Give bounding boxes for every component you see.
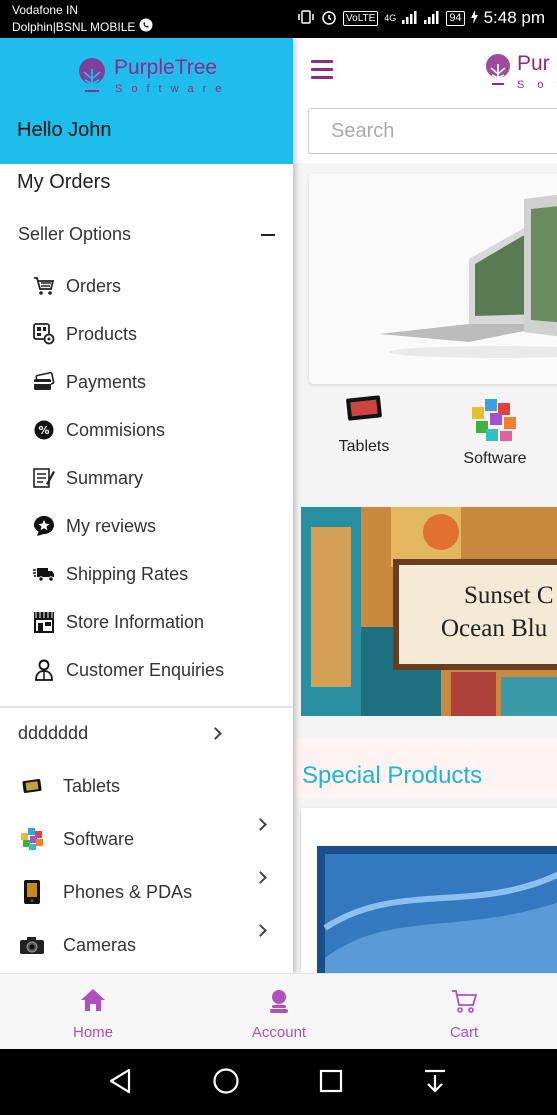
camera-icon: [18, 932, 46, 958]
brand-name: PurpleTree: [114, 56, 218, 79]
seller-item-payments[interactable]: Payments: [33, 367, 146, 397]
promo-image: [301, 507, 557, 716]
signal-icon-2: [424, 10, 440, 27]
status-icons: VoLTE 4G 94 5:48 pm: [297, 8, 545, 28]
promo-text-line-1: Sunset C: [464, 582, 554, 609]
seller-item-shipping-rates[interactable]: Shipping Rates: [33, 559, 188, 589]
payments-icon: [33, 371, 55, 393]
hamburger-menu-icon[interactable]: [311, 60, 333, 79]
signal-icon: [402, 10, 418, 27]
phone-icon: [18, 879, 46, 905]
category-tablets[interactable]: Tablets: [309, 393, 419, 456]
seller-item-products[interactable]: Products: [33, 319, 137, 349]
nav-cart[interactable]: Cart: [371, 974, 557, 1050]
products-icon: [33, 323, 55, 345]
account-icon: [266, 988, 292, 1019]
my-orders-link[interactable]: My Orders: [17, 171, 110, 194]
app-header: Pur S o f: [293, 38, 557, 163]
charging-icon: [470, 9, 478, 27]
carrier-primary: Vodafone IN: [12, 3, 79, 17]
notification-pull-icon[interactable]: [422, 1067, 448, 1100]
customer-icon: [33, 659, 55, 681]
drawer-header: PurpleTree Software Hello John: [0, 38, 293, 164]
drawer-category-phones[interactable]: Phones & PDAs: [18, 877, 192, 907]
percent-icon: %: [33, 419, 55, 441]
tree-logo-icon: [486, 54, 510, 85]
recents-icon[interactable]: [318, 1067, 344, 1100]
cart-icon: [450, 988, 478, 1019]
seller-item-summary[interactable]: Summary: [33, 463, 143, 493]
tablet-icon: [346, 395, 382, 421]
back-icon[interactable]: [107, 1067, 133, 1100]
vibrate-icon: [297, 9, 315, 27]
chevron-right-icon[interactable]: [209, 727, 222, 740]
network-type: 4G: [384, 13, 397, 23]
promo-text-line-2: Ocean Blu: [441, 615, 548, 642]
truck-icon: [33, 563, 55, 585]
tablet-icon: [18, 773, 46, 799]
special-products-title: Special Products: [302, 762, 483, 789]
search-box[interactable]: [308, 108, 557, 154]
promo-banner[interactable]: Sunset C Ocean Blu: [301, 507, 557, 716]
brand-name-clipped: Pur: [517, 52, 550, 75]
software-icon: [18, 826, 46, 852]
category-group-header[interactable]: ddddddd: [18, 723, 88, 744]
chevron-right-icon[interactable]: [254, 871, 267, 884]
main-content: Pur S o f Tablets Softwa: [293, 38, 557, 973]
system-navigation-bar: [0, 1049, 557, 1115]
product-card[interactable]: [301, 808, 557, 973]
seller-item-my-reviews[interactable]: My reviews: [33, 511, 156, 541]
product-image: [301, 808, 557, 973]
drawer-category-cameras[interactable]: Cameras: [18, 930, 136, 960]
volte-badge: VoLTE: [343, 10, 379, 26]
seller-item-orders[interactable]: Orders: [33, 271, 121, 301]
home-icon: [80, 988, 106, 1017]
carrier-info: Vodafone IN Dolphin|BSNL MOBILE: [12, 3, 153, 36]
category-software[interactable]: Software: [440, 393, 550, 468]
collapse-minus-icon[interactable]: [261, 234, 275, 236]
drawer-divider: [0, 706, 293, 708]
laptop-image: [309, 174, 557, 384]
cart-icon: [33, 275, 55, 297]
whatsapp-icon: [139, 18, 153, 36]
status-bar: Vodafone IN Dolphin|BSNL MOBILE VoLTE 4G…: [0, 0, 557, 38]
hero-banner[interactable]: [309, 174, 557, 384]
seller-item-customer-enquiries[interactable]: Customer Enquiries: [33, 655, 224, 685]
chevron-right-icon[interactable]: [254, 924, 267, 937]
seller-item-store-information[interactable]: Store Information: [33, 607, 204, 637]
svg-text:%: %: [38, 424, 49, 437]
bottom-navigation: Home Account Cart: [0, 973, 557, 1049]
battery-indicator: 94: [446, 10, 465, 26]
clock: 5:48 pm: [483, 8, 545, 27]
software-icon: [472, 399, 516, 441]
store-icon: [33, 611, 55, 633]
drawer-category-tablets[interactable]: Tablets: [18, 771, 120, 801]
carrier-secondary: Dolphin|BSNL MOBILE: [12, 19, 136, 34]
seller-item-commisions[interactable]: % Commisions: [33, 415, 165, 445]
header-logo[interactable]: Pur S o f: [479, 50, 557, 99]
category-strip: Tablets Software: [293, 393, 557, 493]
search-input[interactable]: [309, 109, 557, 153]
summary-icon: [33, 467, 55, 489]
drawer-category-software[interactable]: Software: [18, 824, 134, 854]
brand-tagline: Software: [115, 83, 231, 95]
special-products-section: Special Products: [293, 738, 557, 798]
nav-account[interactable]: Account: [186, 974, 372, 1050]
nav-home[interactable]: Home: [0, 974, 186, 1050]
home-circle-icon[interactable]: [212, 1067, 240, 1100]
reviews-icon: [33, 515, 55, 537]
brand-tagline-clipped: S o f: [517, 79, 557, 91]
navigation-drawer: PurpleTree Software Hello John My Orders…: [0, 38, 293, 973]
seller-options-header[interactable]: Seller Options: [18, 224, 131, 245]
user-greeting: Hello John: [17, 119, 112, 141]
alarm-icon: [321, 9, 337, 28]
chevron-right-icon[interactable]: [254, 818, 267, 831]
tree-logo-icon: [79, 58, 105, 92]
